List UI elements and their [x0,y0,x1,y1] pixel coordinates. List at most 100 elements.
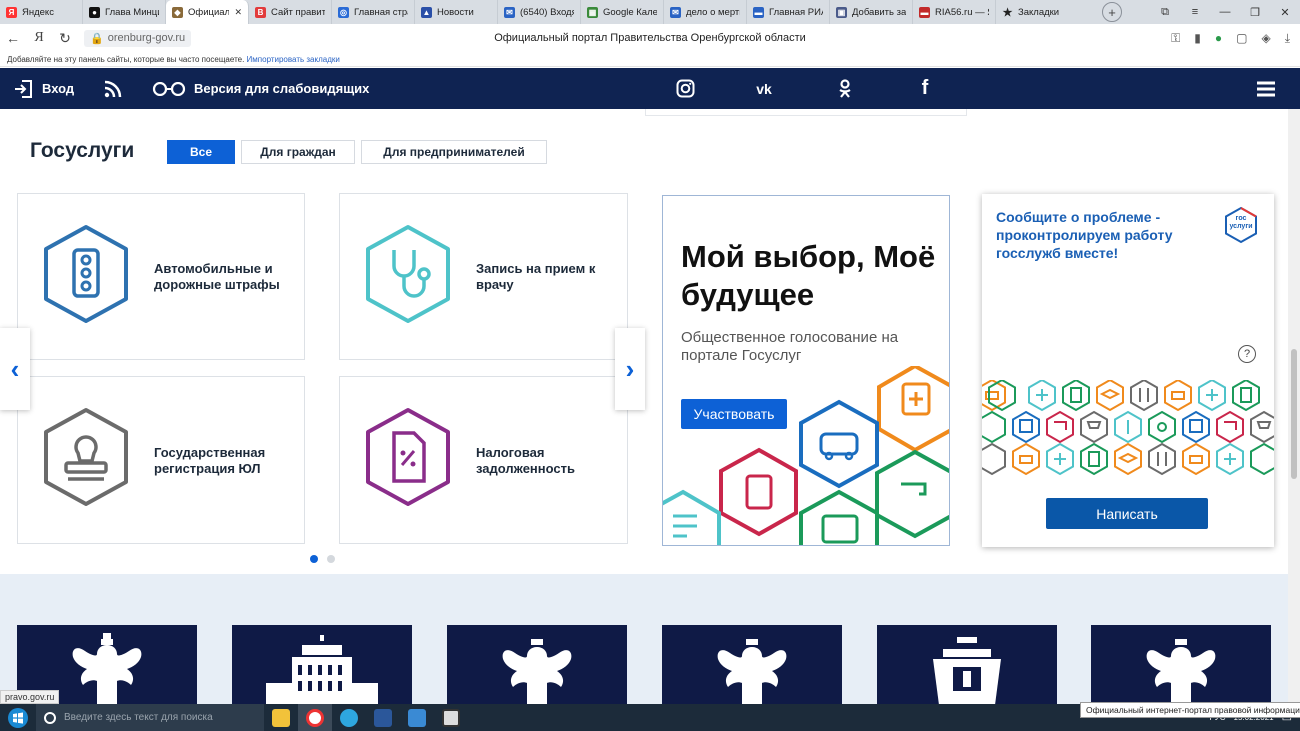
rss-link[interactable] [104,68,122,109]
favicon-icon: ◆ [172,6,183,18]
browser-tab[interactable]: ▬ Главная РИА [747,0,830,24]
filter-all[interactable]: Все [167,140,235,164]
site-header: Вход Версия для слабовидящих vk f [0,68,1300,109]
browser-tab[interactable]: ◆ Официальный ✕ [166,0,249,24]
chevron-right-icon: › [625,353,635,384]
browser-tab[interactable]: ▦ Google Календарь [581,0,664,24]
browser-tab[interactable]: ▣ Добавить запись [830,0,913,24]
accessibility-label: Версия для слабовидящих [194,81,370,96]
service-card-fines[interactable]: Автомобильные и дорожные штрафы [17,193,305,360]
key-icon[interactable]: ⚿ [1171,31,1180,46]
taskbar-word[interactable] [366,704,400,731]
taskbar-explorer[interactable] [264,704,298,731]
star-icon: ★ [1002,6,1013,19]
glasses-icon [152,81,186,96]
minimize-icon[interactable]: — [1210,6,1240,18]
protect-icon[interactable]: ▢ [1236,31,1247,46]
vk-link[interactable]: vk [752,68,776,109]
taskbar-telegram[interactable] [332,704,366,731]
search-placeholder: Введите здесь текст для поиска [64,712,213,723]
extensions-icon[interactable]: ◈ [1261,31,1270,46]
link-tooltip: Официальный интернет-портал правовой инф… [1080,702,1300,718]
download-icon[interactable]: ⤓ [1285,31,1290,46]
vk-icon: vk [756,80,772,97]
service-card-tax[interactable]: Налоговая задолженность [339,376,628,544]
browser-tab[interactable]: ✉ дело о мертвом [664,0,747,24]
banner-illustration [663,366,949,545]
tab-title: Глава Минцифры [105,6,159,18]
carousel-next-button[interactable]: › [615,328,645,410]
reload-icon[interactable]: ↻ [52,30,78,47]
write-button[interactable]: Написать [1046,498,1208,529]
link-tile[interactable] [877,625,1057,705]
taskbar-search[interactable]: Введите здесь текст для поиска [36,704,264,731]
bookmarks-tab[interactable]: ★ Закладки [996,0,1088,24]
facebook-icon: f [921,77,929,99]
browser-tabbar: Я Яндекс ● Глава Минцифры ◆ Официальный ✕ В Сайт… [0,0,1300,24]
help-button[interactable]: ? [1238,345,1256,363]
chevron-left-icon: ‹ [10,353,20,384]
carousel-dot[interactable] [310,555,318,563]
start-button[interactable] [0,704,36,731]
favicon-icon: ▬ [753,6,764,18]
carousel-dot[interactable] [327,555,335,563]
tab-title: Добавить запись [852,6,906,18]
extension-icon[interactable]: ● [1215,31,1222,46]
carousel-prev-button[interactable]: ‹ [0,328,30,410]
close-window-icon[interactable]: ✕ [1270,6,1300,19]
browser-tab[interactable]: Я Яндекс [0,0,83,24]
tab-title: Официальный [188,6,229,18]
widget-text: Сообщите о проблеме - проконтролируем ра… [996,209,1173,261]
service-card-doctor[interactable]: Запись на прием к врачу [339,193,628,360]
filter-citizens[interactable]: Для граждан [241,140,355,164]
favicon-icon: ✉ [504,6,515,18]
banner-subtitle: Общественное голосование на портале Госу… [681,329,899,364]
link-tile[interactable] [1091,625,1271,705]
taskbar-archiver[interactable] [434,704,468,731]
browser-tab[interactable]: ● Глава Минцифры [83,0,166,24]
page-scrollbar[interactable] [1288,109,1300,704]
favicon-icon: ▬ [919,6,930,18]
bookmark-icon[interactable]: ▮ [1194,31,1201,46]
bookmark-hint: Добавляйте на эту панель сайты, которые … [7,55,245,64]
link-tile[interactable] [662,625,842,705]
service-label: Налоговая задолженность [476,445,575,476]
browser-tab[interactable]: ▲ Новости [415,0,498,24]
restore-icon[interactable]: ❐ [1240,6,1270,19]
accessibility-link[interactable]: Версия для слабовидящих [152,68,369,109]
lock-icon: 🔒 [90,32,104,45]
section-title: Госуслуги [30,139,135,162]
login-link[interactable]: Вход [14,68,74,109]
ok-link[interactable] [833,68,857,109]
orenburg-emblem-icon [933,637,1001,705]
facebook-link[interactable]: f [913,68,937,109]
tab-title: (6540) Входящие [520,6,574,18]
import-bookmarks-link[interactable]: Импортировать закладки [247,55,340,64]
browser-tab[interactable]: В Сайт правительства [249,0,332,24]
close-tab-icon[interactable]: ✕ [234,7,242,18]
browser-tab[interactable]: ✉ (6540) Входящие [498,0,581,24]
service-card-registration[interactable]: Государственная регистрация ЮЛ [17,376,305,544]
scrollbar-thumb[interactable] [1291,349,1297,479]
tabs-icon[interactable]: ⧉ [1150,6,1180,19]
menu-button[interactable] [1254,68,1278,109]
link-tile[interactable] [232,625,412,705]
vote-banner[interactable]: Мой выбор, Моё будущее Общественное голо… [662,195,950,546]
favicon-icon: ▦ [587,6,598,18]
instagram-link[interactable] [673,68,697,109]
browser-tab[interactable]: ▬ RIA56.ru — Я [913,0,996,24]
rss-icon [104,80,122,97]
browser-tab[interactable]: ◎ Главная страница [332,0,415,24]
filter-business[interactable]: Для предпринимателей [361,140,547,164]
new-tab-button[interactable]: + [1102,2,1122,22]
yandex-icon[interactable]: Я [26,30,52,46]
taskbar-yandex[interactable] [298,704,332,731]
back-icon[interactable]: ← [0,30,26,46]
link-tile[interactable] [447,625,627,705]
instagram-icon [676,79,694,98]
taskbar-downloads[interactable] [400,704,434,731]
menu-icon[interactable]: ≡ [1180,6,1210,18]
service-label: Государственная регистрация ЮЛ [154,445,266,476]
url-field[interactable]: 🔒 orenburg-gov.ru [84,29,192,47]
odnoklassniki-icon [839,78,851,98]
